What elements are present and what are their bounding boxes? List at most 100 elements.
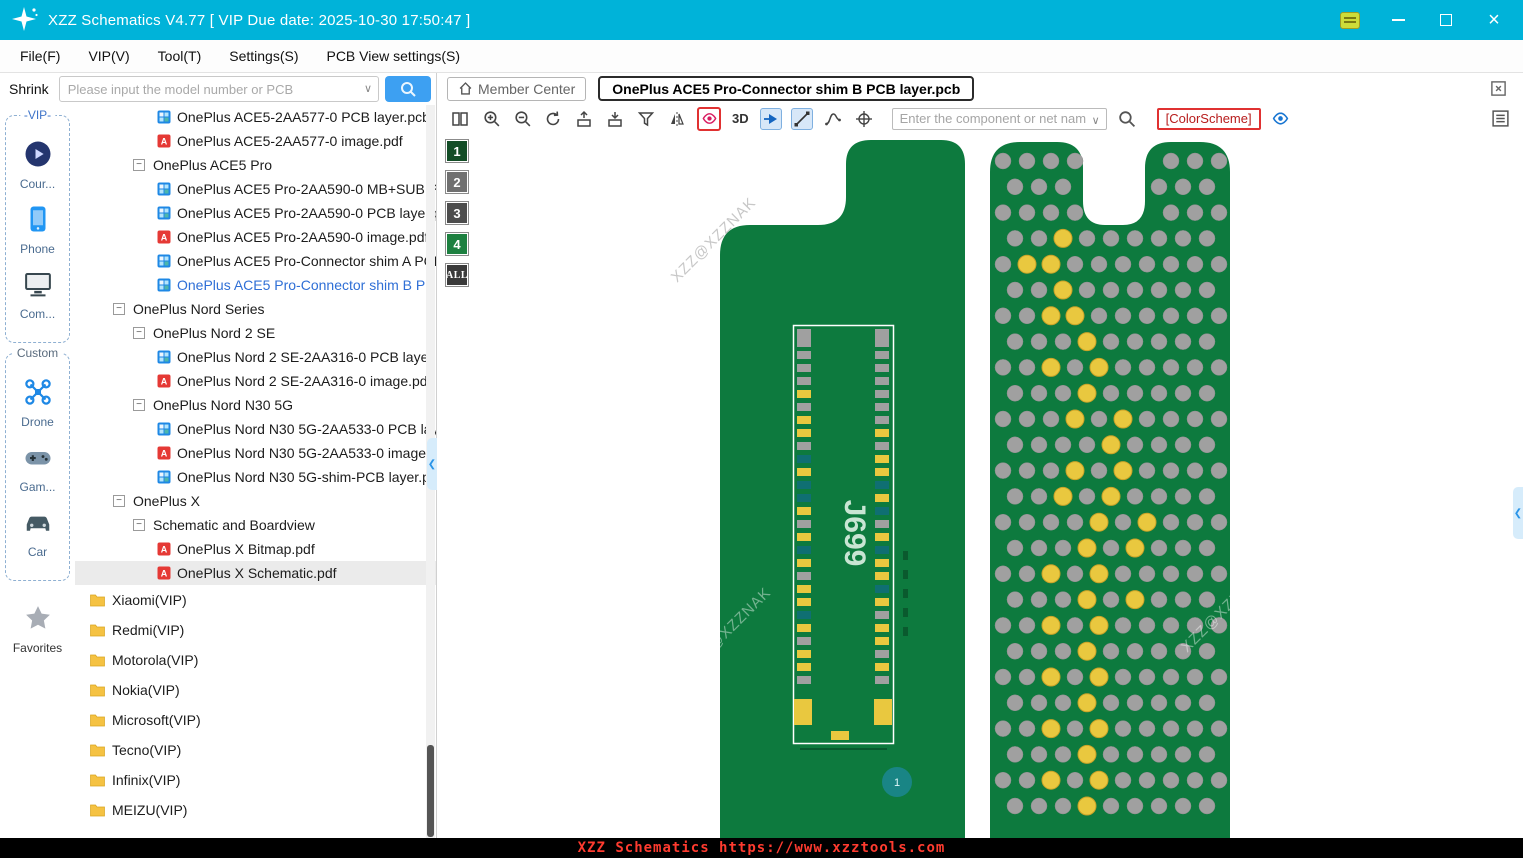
custom-group-label: Custom [12, 346, 63, 360]
tree-item-label: OnePlus X Schematic.pdf [177, 565, 337, 581]
shrink-button[interactable]: Shrink [5, 78, 53, 100]
crossprobe-icon[interactable] [790, 107, 813, 130]
pcb-canvas[interactable]: J699 XZZ@XZZNAK XZZ@XZZNAK XZZ@XZZNAK 1 1 2 3 4… [437, 133, 1523, 838]
tree-item-label: OnePlus ACE5 Pro [153, 157, 273, 173]
tree-group-row[interactable]: − OnePlus X [75, 489, 436, 513]
mirror-flip-icon[interactable] [666, 108, 688, 130]
tree-item-label: OnePlus Nord N30 5G-2AA533-0 image.pdf [177, 445, 436, 461]
tree-group-row[interactable]: − OnePlus ACE5 Pro [75, 153, 436, 177]
sidebar-item-label: Favorites [12, 641, 63, 655]
tree-file-row[interactable]: A OnePlus Nord 2 SE-2AA316-0 image.pdf [75, 369, 436, 393]
folder-icon [90, 714, 105, 727]
sidebar-item-play-circle[interactable]: Cour... [6, 139, 69, 191]
menu-item[interactable]: PCB View settings(S) [312, 40, 474, 72]
zoom-out-icon[interactable] [511, 108, 533, 130]
board-flip-icon[interactable] [697, 106, 721, 131]
split-view-icon[interactable] [449, 108, 471, 130]
tree-file-row[interactable]: OnePlus ACE5 Pro-Connector shim B PCB la… [75, 273, 436, 297]
tree-scrollbar-thumb[interactable] [427, 745, 434, 837]
tree-expander-icon[interactable]: − [113, 303, 125, 315]
tree-folder-row[interactable]: MEIZU(VIP) [75, 795, 436, 825]
tree-group-row[interactable]: − Schematic and Boardview [75, 513, 436, 537]
curve-measure-icon[interactable] [822, 108, 844, 130]
tree-file-row[interactable]: OnePlus ACE5 Pro-2AA590-0 MB+SUB PCB lay… [75, 177, 436, 201]
layer-button-4[interactable]: 4 [445, 232, 469, 256]
sidebar-item-gamepad[interactable]: Gam... [6, 442, 69, 494]
collapse-left-panel-handle[interactable]: ❮ [427, 438, 437, 490]
tree-file-row[interactable]: A OnePlus ACE5 Pro-2AA590-0 image.pdf [75, 225, 436, 249]
tree-item-label: OnePlus Nord N30 5G [153, 397, 294, 413]
model-search-button[interactable] [385, 76, 431, 102]
tree-group-row[interactable]: − OnePlus Nord N30 5G [75, 393, 436, 417]
tree-folder-row[interactable]: Motorola(VIP) [75, 645, 436, 675]
zoom-in-icon[interactable] [480, 108, 502, 130]
document-tab[interactable]: OnePlus ACE5 Pro-Connector shim B PCB la… [598, 76, 975, 101]
layer-button-all[interactable]: ALL [445, 263, 469, 287]
svg-text:A: A [161, 233, 168, 243]
component-net-search-input[interactable] [891, 107, 1107, 130]
tree-group-row[interactable]: − OnePlus Nord Series [75, 297, 436, 321]
tree-expander-icon[interactable]: − [133, 519, 145, 531]
member-center-button[interactable]: Member Center [447, 76, 587, 101]
tree-file-row[interactable]: OnePlus Nord N30 5G-shim-PCB layer.pcb [75, 465, 436, 489]
layer-button-1[interactable]: 1 [445, 139, 469, 163]
tree-expander-icon[interactable]: − [133, 159, 145, 171]
tree-folder-row[interactable]: Infinix(VIP) [75, 765, 436, 795]
sidebar-item-label: Cour... [19, 177, 56, 191]
filter-funnel-icon[interactable] [635, 108, 657, 130]
component-list-panel-icon[interactable] [1489, 108, 1511, 130]
bottom-layer-icon[interactable] [604, 108, 626, 130]
refresh-rotate-icon[interactable] [542, 108, 564, 130]
menu-bar: File(F) VIP(V) Tool(T) Settings(S) PCB View … [0, 40, 1523, 73]
tree-item-label: Schematic and Boardview [153, 517, 315, 533]
tree-folder-row[interactable]: Tecno(VIP) [75, 735, 436, 765]
vip-badge-icon[interactable] [1339, 9, 1361, 31]
menu-item[interactable]: Settings(S) [215, 40, 312, 72]
tree-folder-row[interactable]: Microsoft(VIP) [75, 705, 436, 735]
tree-group-row[interactable]: − OnePlus Nord 2 SE [75, 321, 436, 345]
top-layer-icon[interactable] [573, 108, 595, 130]
jump-arrow-icon[interactable] [759, 107, 782, 130]
menu-item[interactable]: File(F) [6, 40, 74, 72]
close-button[interactable]: × [1483, 9, 1505, 31]
menu-item[interactable]: VIP(V) [74, 40, 143, 72]
tree-file-row[interactable]: A OnePlus X Schematic.pdf [75, 561, 436, 585]
tree-folder-row[interactable]: Nokia(VIP) [75, 675, 436, 705]
tree-file-row[interactable]: OnePlus ACE5 Pro-2AA590-0 PCB layer.pcb [75, 201, 436, 225]
sidebar-item-star[interactable]: Favorites [0, 603, 75, 655]
minimize-button[interactable] [1387, 9, 1409, 31]
tree-expander-icon[interactable]: − [133, 327, 145, 339]
tree-file-row[interactable]: OnePlus Nord 2 SE-2AA316-0 PCB layer.pcb [75, 345, 436, 369]
colorscheme-button[interactable]: [ColorScheme] [1156, 107, 1261, 130]
tree-expander-icon[interactable]: − [133, 399, 145, 411]
tree-file-row[interactable]: OnePlus Nord N30 5G-2AA533-0 PCB layer.p… [75, 417, 436, 441]
model-search-input[interactable] [58, 76, 379, 102]
tree-file-row[interactable]: OnePlus ACE5-2AA577-0 PCB layer.pcb [75, 105, 436, 129]
sidebar-item-car[interactable]: Car [6, 507, 69, 559]
pcb-file-icon [157, 470, 171, 484]
visibility-eye-icon[interactable] [1270, 108, 1292, 130]
layer-button-2[interactable]: 2 [445, 170, 469, 194]
sidebar-item-drone[interactable]: Drone [6, 377, 69, 429]
tree-file-row[interactable]: OnePlus ACE5 Pro-Connector shim A PCB la… [75, 249, 436, 273]
3d-view-button[interactable]: 3D [730, 108, 751, 130]
tree-item-label: OnePlus ACE5 Pro-2AA590-0 MB+SUB PCB lay… [177, 181, 436, 197]
menu-item[interactable]: Tool(T) [144, 40, 216, 72]
sidebar-item-label: Phone [20, 242, 55, 256]
net-search-icon[interactable] [1116, 108, 1138, 130]
tree-file-row[interactable]: A OnePlus X Bitmap.pdf [75, 537, 436, 561]
sidebar-item-computer[interactable]: Com... [6, 269, 69, 321]
tree-file-row[interactable]: A OnePlus ACE5-2AA577-0 image.pdf [75, 129, 436, 153]
tree-folder-row[interactable]: Redmi(VIP) [75, 615, 436, 645]
close-view-icon[interactable] [1487, 78, 1509, 100]
expand-right-panel-handle[interactable]: ❮ [1513, 487, 1523, 539]
document-header-row: Member Center OnePlus ACE5 Pro-Connector… [437, 73, 1523, 104]
tree-file-row[interactable]: A OnePlus Nord N30 5G-2AA533-0 image.pdf [75, 441, 436, 465]
tree-expander-icon[interactable]: − [113, 495, 125, 507]
sidebar-item-phone[interactable]: Phone [6, 204, 69, 256]
origin-crosshair-icon[interactable] [853, 108, 875, 130]
layer-button-3[interactable]: 3 [445, 201, 469, 225]
tree-folder-row[interactable]: Xiaomi(VIP) [75, 585, 436, 615]
pcb-file-icon [157, 206, 171, 220]
maximize-button[interactable] [1435, 9, 1457, 31]
